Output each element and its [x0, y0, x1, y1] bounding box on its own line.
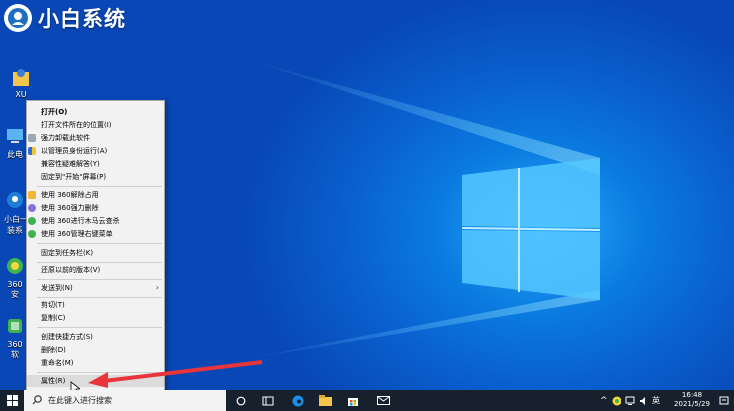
action-center-button[interactable] — [714, 390, 734, 411]
taskbar-edge[interactable] — [289, 390, 307, 411]
annotation-arrow — [88, 360, 263, 388]
clock-time: 16:48 — [681, 391, 703, 399]
mail-icon — [376, 396, 390, 405]
chevron-up-icon[interactable]: ^ — [600, 396, 608, 406]
edge-icon — [292, 395, 304, 406]
desktop[interactable]: 小白系统 XU 此电 小白一 装系 360安 360软 打开(O) 打开文件所在… — [0, 0, 734, 390]
notification-icon — [719, 396, 729, 404]
mouse-cursor-icon — [70, 381, 80, 390]
task-view-button-2[interactable] — [259, 390, 277, 411]
clock-date: 2021/5/29 — [674, 400, 710, 408]
start-button[interactable] — [0, 390, 24, 411]
taskbar-explorer[interactable] — [316, 390, 334, 411]
volume-icon[interactable] — [639, 396, 648, 406]
search-placeholder: 在此键入进行搜索 — [48, 396, 112, 405]
cortana-circle-icon — [236, 396, 246, 405]
windows-logo-icon — [6, 395, 18, 406]
task-view-icon — [262, 396, 274, 405]
folder-icon — [318, 395, 332, 406]
network-icon[interactable] — [625, 396, 635, 406]
search-box[interactable]: 在此键入进行搜索 — [24, 390, 226, 411]
ime-indicator[interactable]: 英 — [652, 395, 660, 406]
system-tray: ^ 英 — [600, 390, 660, 411]
store-icon — [348, 397, 358, 406]
taskbar-mail[interactable] — [374, 390, 392, 411]
taskbar: 在此键入进行搜索 ^ 英 16:48 2021/5/29 — [0, 390, 734, 411]
clock[interactable]: 16:48 2021/5/29 — [672, 391, 712, 409]
task-view-button[interactable] — [232, 390, 250, 411]
taskbar-store[interactable] — [344, 390, 362, 411]
search-icon — [32, 395, 42, 405]
360-tray-icon[interactable] — [612, 396, 622, 406]
